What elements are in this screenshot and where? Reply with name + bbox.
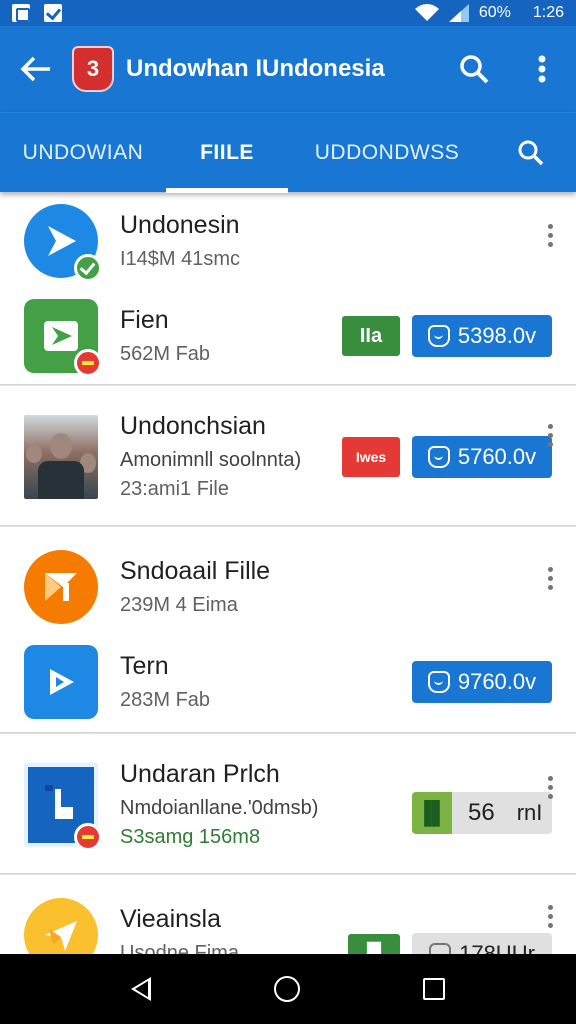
download-button-label: 5398.0v	[457, 323, 537, 348]
play-app-icon	[24, 645, 98, 719]
tab-bar: UNDOWIAN FIILE UDDONDWSS	[0, 112, 576, 193]
search-icon	[460, 55, 489, 84]
list-item[interactable]: Undonesin I14$M 41smc	[0, 202, 576, 282]
error-badge-icon	[74, 349, 102, 377]
download-button-label: 5760.0v	[457, 444, 537, 469]
clock: 1:26	[532, 4, 564, 21]
app-title: Undowhan IUndonesia	[126, 55, 385, 82]
list-card: Undonchsian Amonimnll soolnnta) 23:ami1 …	[0, 385, 576, 526]
file-list: Undonesin I14$M 41smc Fien 562M Fab IIa …	[0, 192, 576, 954]
cloud-icon	[427, 446, 450, 468]
item-title: Fien	[120, 306, 169, 334]
list-card: Undonesin I14$M 41smc Fien 562M Fab IIa …	[0, 192, 576, 385]
list-item[interactable]: Tern 283M Fab 9760.0v	[0, 645, 576, 719]
system-nav-bar	[0, 954, 576, 1024]
check-badge-icon	[74, 254, 102, 282]
item-menu-button[interactable]	[546, 905, 554, 928]
status-tag: IIa	[342, 316, 400, 356]
item-title: Tern	[120, 652, 169, 680]
notification-icon	[12, 4, 30, 22]
search-button[interactable]	[440, 26, 508, 112]
download-button-label: 9760.0v	[457, 669, 537, 694]
item-title: Vieainsla	[120, 905, 222, 933]
item-menu-button[interactable]	[546, 224, 554, 247]
item-subtitle: 283M Fab	[120, 689, 211, 711]
circle-home-icon	[273, 976, 300, 1002]
checkbox-notification-icon	[44, 4, 62, 22]
download-button[interactable]: 178UUr	[412, 933, 552, 954]
cloud-icon	[427, 325, 450, 347]
error-badge-icon	[74, 822, 102, 851]
stepper-unit: rnI	[516, 800, 543, 825]
nav-back-button[interactable]	[121, 967, 161, 1011]
list-item[interactable]: Fien 562M Fab IIa 5398.0v	[0, 296, 576, 377]
status-bar: 60% 1:26	[0, 0, 576, 26]
item-menu-button[interactable]	[546, 424, 554, 447]
item-subtitle: I14$M 41smc	[120, 248, 241, 270]
item-subtitle-2: 23:ami1 File	[120, 478, 229, 500]
more-vert-icon	[538, 55, 546, 83]
overflow-menu-button[interactable]	[508, 26, 576, 112]
item-menu-button[interactable]	[546, 776, 554, 799]
triangle-back-icon	[131, 977, 152, 1001]
download-button-label: 178UUr	[459, 941, 535, 954]
signal-icon	[448, 4, 469, 22]
stepper-value: 56	[468, 799, 495, 826]
status-tag: Iwes	[342, 437, 400, 477]
list-item[interactable]: Undaran Prlch Nmdoianllane.'0dmsb) S3sam…	[0, 734, 576, 875]
item-subtitle: 239M 4 Eima	[120, 594, 238, 616]
cloud-icon	[429, 943, 452, 954]
item-subtitle: 562M Fab	[120, 343, 211, 365]
list-item[interactable]: Vieainsla Usodne Fima ▐▌ 178UUr	[0, 895, 576, 954]
list-card: Vieainsla Usodne Fima ▐▌ 178UUr	[0, 874, 576, 954]
square-recents-icon	[422, 978, 445, 1000]
value-stepper[interactable]: ▐▌ 56 rnI	[412, 792, 552, 834]
download-button[interactable]: 5398.0v	[412, 315, 552, 357]
grid-icon: ▐▌	[412, 792, 452, 834]
list-card: Undaran Prlch Nmdoianllane.'0dmsb) S3sam…	[0, 733, 576, 874]
battery-level: 60%	[478, 4, 511, 21]
back-button[interactable]	[0, 26, 72, 112]
tab-undowian[interactable]: UNDOWIAN	[0, 113, 166, 193]
app-logo: 3	[72, 46, 114, 92]
search-icon	[518, 140, 544, 165]
arrow-left-icon	[20, 56, 50, 82]
download-button[interactable]: 9760.0v	[412, 661, 552, 703]
nav-recents-button[interactable]	[413, 968, 455, 1010]
list-card: Sndoaail Fille 239M 4 Eima Tern 283M Fab…	[0, 526, 576, 733]
tab-uddondwss[interactable]: UDDONDWSS	[288, 113, 486, 193]
send-app-icon	[24, 898, 98, 954]
download-button[interactable]: 5760.0v	[412, 436, 552, 478]
grid-tag-icon: ▐▌	[348, 934, 400, 954]
list-item[interactable]: Sndoaail Fille 239M 4 Eima	[0, 549, 576, 625]
tab-file[interactable]: FIILE	[166, 113, 288, 193]
cloud-icon	[427, 671, 450, 693]
folder-app-icon	[24, 550, 98, 624]
wifi-icon	[414, 4, 439, 22]
item-menu-button[interactable]	[546, 567, 554, 590]
list-item[interactable]: Undonchsian Amonimnll soolnnta) 23:ami1 …	[0, 386, 576, 527]
item-title: Undonesin	[120, 211, 240, 239]
nav-home-button[interactable]	[264, 966, 310, 1012]
app-bar: 3 Undowhan IUndonesia	[0, 26, 576, 112]
item-title: Sndoaail Fille	[120, 557, 271, 585]
people-photo-thumbnail	[24, 414, 98, 499]
item-title: Undaran Prlch	[120, 760, 280, 788]
tab-search[interactable]	[486, 113, 576, 193]
